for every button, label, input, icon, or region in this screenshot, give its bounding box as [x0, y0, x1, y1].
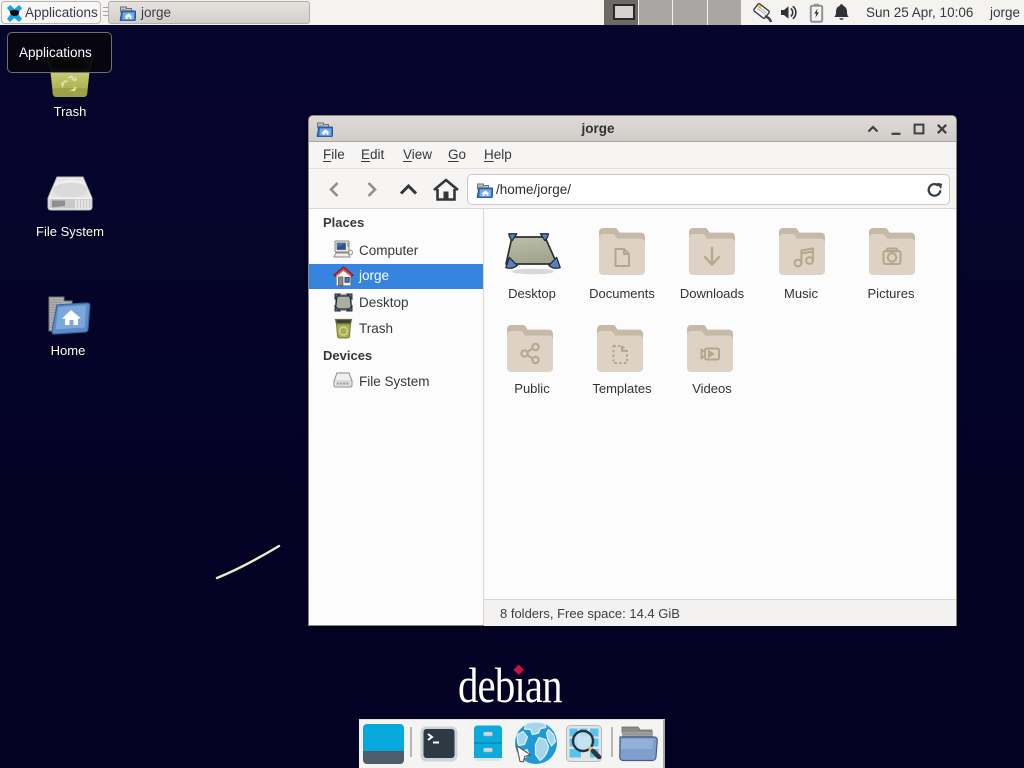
svg-text:debıan: debıan	[458, 657, 563, 710]
